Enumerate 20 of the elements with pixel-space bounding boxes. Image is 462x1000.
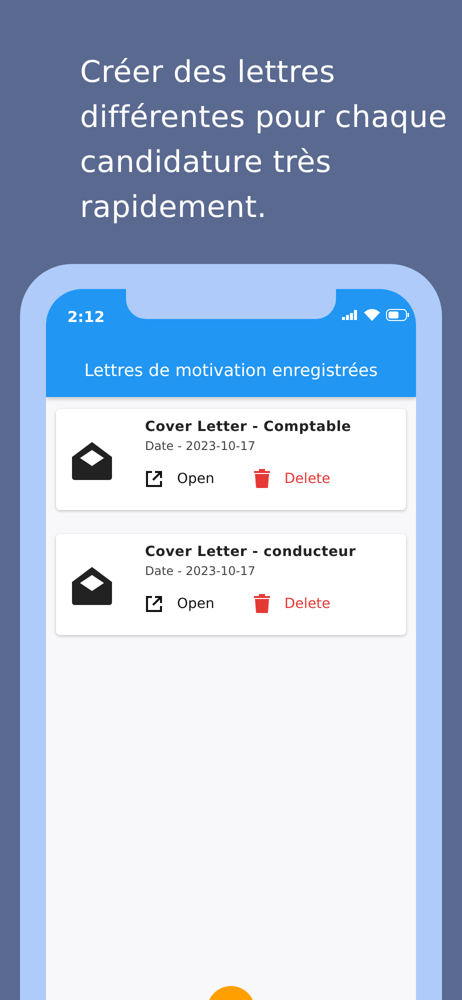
letter-date: Date - 2023-10-17 [145,439,256,453]
letter-date: Date - 2023-10-17 [145,564,256,578]
letter-title: Cover Letter - conducteur [145,544,356,560]
letter-title: Cover Letter - Comptable [145,419,352,435]
external-link-icon [145,594,163,612]
delete-button[interactable]: Delete [254,592,330,615]
open-envelope-icon [72,442,112,480]
delete-button[interactable]: Delete [254,467,330,490]
wifi-icon [364,309,380,321]
open-envelope-icon [72,566,112,604]
open-button[interactable]: Open [145,592,214,615]
battery-icon [386,309,410,321]
signal-icon [342,310,358,320]
open-button[interactable]: Open [145,467,214,490]
app-bar-title: Lettres de motivation enregistrées [83,360,379,383]
external-link-icon [145,470,163,488]
status-time: 2:12 [66,308,106,326]
headline: Créer des lettres différentes pour chaque candidature très rapidement. [79,54,448,227]
trash-icon [254,469,270,488]
trash-icon [254,594,270,613]
